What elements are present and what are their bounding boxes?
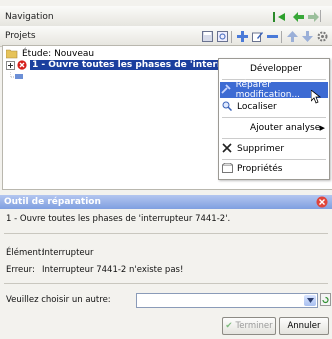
move-up-icon[interactable] [285, 29, 299, 43]
refresh-icon[interactable] [215, 29, 229, 43]
menu-separator [222, 117, 326, 118]
element-value: Interrupteur [42, 248, 94, 258]
chevron-down-icon[interactable] [304, 295, 316, 306]
menu-item-proprietes[interactable]: Propriétés [220, 161, 328, 177]
choose-label: Veuillez choisir un autre: [6, 295, 111, 305]
menu-item-ajouter-analyse[interactable]: Ajouter analyse ▶ [220, 120, 328, 136]
properties-icon [220, 162, 234, 176]
error-icon [17, 60, 27, 70]
search-icon [220, 101, 234, 114]
delete-icon [220, 142, 234, 156]
error-value: Interrupteur 7441-2 n'existe pas! [42, 265, 184, 275]
replacement-combo[interactable] [136, 293, 318, 308]
finish-button[interactable]: ✔ Terminer [222, 317, 276, 335]
menu-item-localiser[interactable]: Localiser [220, 99, 328, 115]
projects-title: Projets [5, 31, 36, 41]
move-down-icon[interactable] [300, 29, 314, 43]
menu-item-developper[interactable]: Développer [220, 61, 328, 77]
navigation-title: Navigation [5, 12, 54, 22]
remove-icon[interactable] [265, 29, 279, 43]
cancel-button[interactable]: Annuler [279, 317, 329, 335]
divider [4, 233, 328, 234]
settings-icon[interactable] [315, 29, 329, 43]
check-icon: ✔ [225, 321, 233, 331]
repair-icon [220, 83, 233, 97]
menu-item-supprimer[interactable]: Supprimer [220, 141, 328, 157]
menu-separator [222, 138, 326, 139]
back-arrow-icon[interactable] [292, 10, 306, 24]
tree-child-row[interactable] [10, 71, 24, 83]
projects-bar [0, 26, 332, 47]
tree-study-label: Étude: Nouveau [22, 49, 95, 59]
refresh-list-icon[interactable] [320, 293, 331, 309]
folder-icon [6, 49, 18, 59]
menu-separator [222, 159, 326, 160]
component-icon [10, 72, 23, 79]
element-label: Élément: [6, 248, 45, 258]
add-icon[interactable] [235, 29, 249, 43]
divider [4, 283, 328, 284]
toolbar-divider [231, 31, 232, 43]
toolbar-divider [320, 10, 321, 22]
submenu-arrow-icon: ▶ [319, 124, 325, 132]
repair-description: 1 - Ouvre toutes les phases de 'interrup… [6, 214, 231, 224]
edit-icon[interactable] [250, 29, 264, 43]
expand-icon[interactable] [6, 60, 15, 70]
forward-arrow-icon[interactable] [306, 10, 320, 24]
error-label: Erreur: [6, 265, 35, 275]
toolbar-divider [281, 31, 282, 43]
context-menu: Développer Réparer modification... Local… [218, 58, 330, 180]
navigate-home-icon[interactable] [272, 10, 286, 24]
save-icon[interactable] [200, 29, 214, 43]
repair-panel-title: Outil de réparation [4, 197, 101, 207]
